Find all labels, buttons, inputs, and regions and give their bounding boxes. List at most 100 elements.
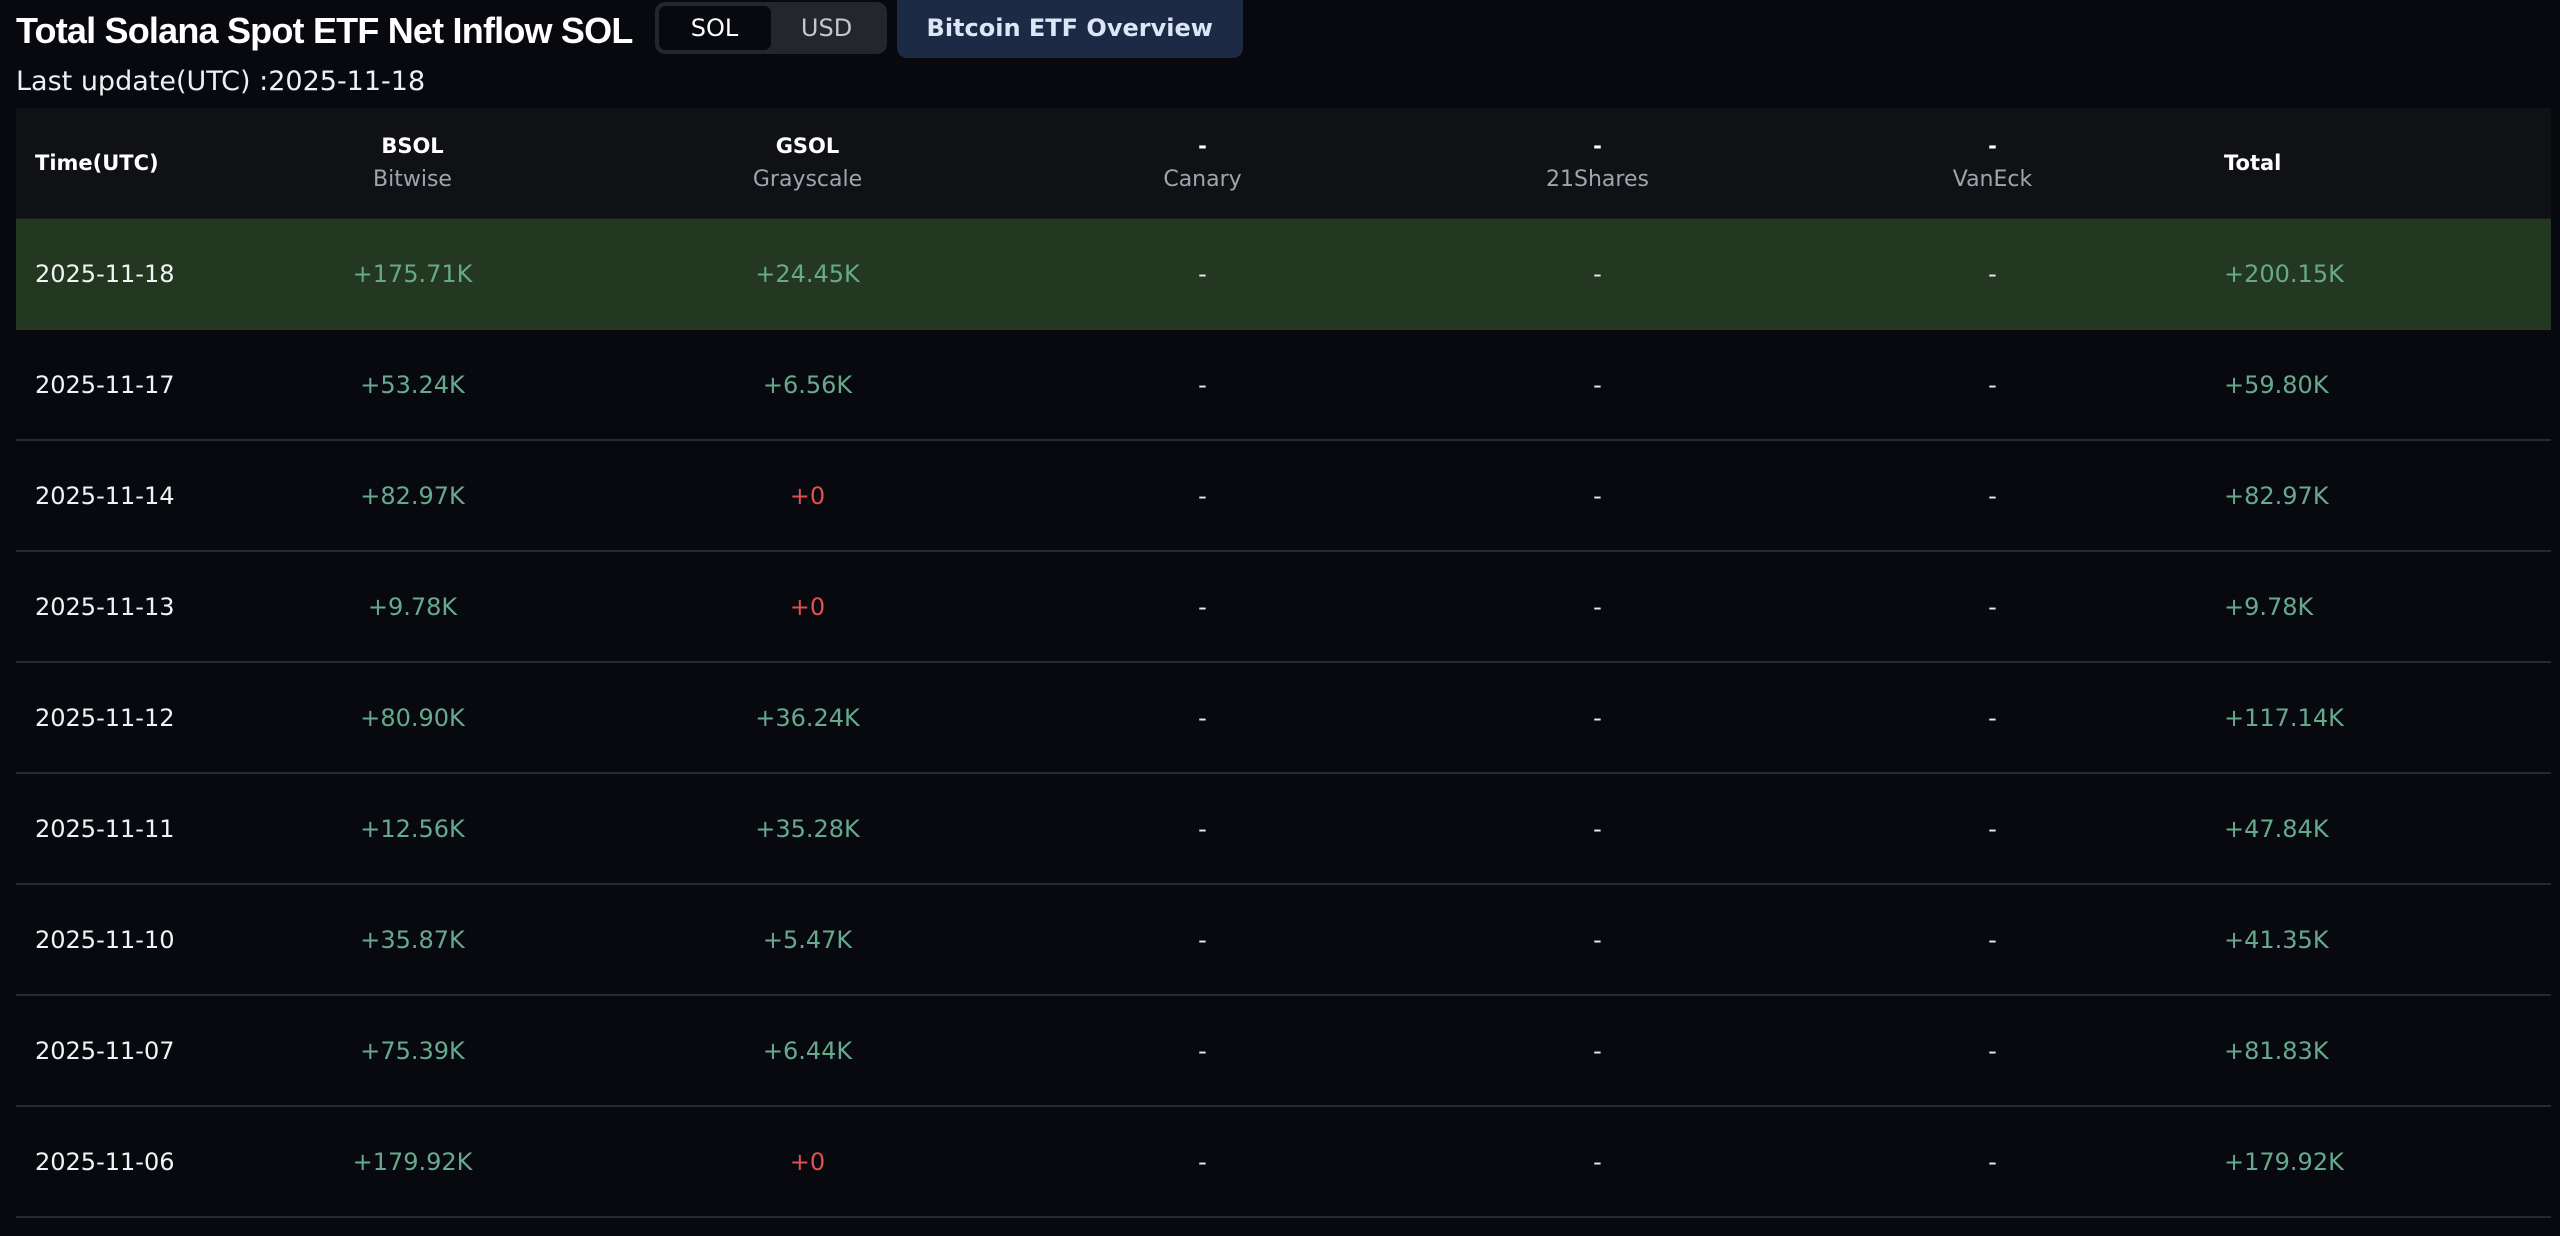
flow-value: - — [1988, 370, 1997, 399]
table-row[interactable]: 2025-11-14 +82.97K +0 - - - +82.97K — [16, 441, 2551, 552]
table-row[interactable]: 2025-11-18 +175.71K +24.45K - - - +200.15K — [16, 219, 2551, 330]
page-title: Total Solana Spot ETF Net Inflow SOL — [16, 10, 633, 51]
cell-vaneck: - — [1795, 441, 2190, 550]
flow-value: - — [1988, 1036, 1997, 1065]
cell-bsol: +53.24K — [215, 330, 610, 439]
flow-value: - — [1593, 925, 1602, 954]
toggle-sol-button[interactable]: SOL — [658, 6, 771, 50]
date-value: 2025-11-10 — [35, 925, 175, 954]
cell-date: 2025-11-07 — [16, 996, 215, 1105]
flow-value: +12.56K — [360, 814, 465, 843]
cell-date: 2025-11-10 — [16, 885, 215, 994]
etf-flow-page: Total Solana Spot ETF Net Inflow SOL SOL… — [0, 0, 2560, 1236]
toggle-usd-button[interactable]: USD — [771, 6, 883, 50]
cell-date: 2025-11-14 — [16, 441, 215, 550]
cell-date: 2025-11-13 — [16, 552, 215, 661]
flow-value: +5.47K — [762, 925, 853, 954]
bitcoin-etf-overview-button[interactable]: Bitcoin ETF Overview — [896, 0, 1243, 58]
flow-value: +75.39K — [360, 1036, 465, 1065]
flow-value: - — [1988, 925, 1997, 954]
cell-bsol: +179.92K — [215, 1107, 610, 1216]
flow-value: - — [1593, 1036, 1602, 1065]
column-header-ticker: - — [1988, 134, 1997, 158]
flow-value: +0 — [789, 481, 826, 510]
column-header-ticker: GSOL — [775, 134, 840, 158]
cell-vaneck: - — [1795, 330, 2190, 439]
date-value: 2025-11-13 — [35, 592, 175, 621]
flow-value: - — [1988, 703, 1997, 732]
flow-value: +179.92K — [2224, 1147, 2344, 1176]
flow-value: +0 — [789, 1147, 826, 1176]
flow-value: - — [1593, 259, 1602, 288]
cell-canary: - — [1005, 996, 1400, 1105]
column-header-canary[interactable]: - Canary — [1005, 108, 1400, 218]
flow-value: - — [1198, 592, 1207, 621]
cell-gsol: +36.24K — [610, 663, 1005, 772]
date-value: 2025-11-11 — [35, 814, 175, 843]
cell-canary: - — [1005, 1107, 1400, 1216]
cell-bsol: +9.78K — [215, 552, 610, 661]
cell-gsol: +0 — [610, 441, 1005, 550]
column-header-vaneck[interactable]: - VanEck — [1795, 108, 2190, 218]
column-header-total[interactable]: Total — [2190, 108, 2551, 218]
flow-value: +80.90K — [360, 703, 465, 732]
cell-total: +200.15K — [2190, 219, 2551, 328]
table-row[interactable]: 2025-11-17 +53.24K +6.56K - - - +59.80K — [16, 330, 2551, 441]
cell-gsol: +35.28K — [610, 774, 1005, 883]
flow-value: +6.56K — [762, 370, 853, 399]
flow-value: +41.35K — [2224, 925, 2329, 954]
flow-value: +59.80K — [2224, 370, 2329, 399]
cell-gsol: +5.47K — [610, 885, 1005, 994]
cell-vaneck: - — [1795, 663, 2190, 772]
flow-value: +175.71K — [352, 259, 473, 288]
flow-value: +9.78K — [2224, 592, 2314, 621]
table-row[interactable]: 2025-11-07 +75.39K +6.44K - - - +81.83K — [16, 996, 2551, 1107]
flow-value: - — [1198, 370, 1207, 399]
date-value: 2025-11-14 — [35, 481, 175, 510]
cell-vaneck: - — [1795, 1107, 2190, 1216]
flow-value: - — [1593, 481, 1602, 510]
cell-date: 2025-11-12 — [16, 663, 215, 772]
column-header-issuer: 21Shares — [1546, 167, 1649, 192]
column-header-label: Time(UTC) — [35, 151, 159, 175]
cell-total: +47.84K — [2190, 774, 2551, 883]
flow-value: - — [1988, 259, 1997, 288]
cell-total: +81.83K — [2190, 996, 2551, 1105]
cell-canary: - — [1005, 330, 1400, 439]
flow-value: - — [1593, 370, 1602, 399]
column-header-bsol[interactable]: BSOL Bitwise — [215, 108, 610, 218]
cell-21shares: - — [1400, 996, 1795, 1105]
cell-gsol: +0 — [610, 1107, 1005, 1216]
column-header-ticker: BSOL — [381, 134, 444, 158]
cell-total: +9.78K — [2190, 552, 2551, 661]
column-header-issuer: Bitwise — [373, 167, 452, 192]
cell-total: +41.35K — [2190, 885, 2551, 994]
flow-value: - — [1198, 1036, 1207, 1065]
cell-canary: - — [1005, 663, 1400, 772]
column-header-gsol[interactable]: GSOL Grayscale — [610, 108, 1005, 218]
flow-value: +117.14K — [2224, 703, 2344, 732]
flow-value: - — [1593, 814, 1602, 843]
flow-value: - — [1198, 925, 1207, 954]
column-header-ticker: - — [1198, 134, 1207, 158]
table-row[interactable]: 2025-11-11 +12.56K +35.28K - - - +47.84K — [16, 774, 2551, 885]
cell-total: +117.14K — [2190, 663, 2551, 772]
column-header-issuer: Grayscale — [752, 167, 863, 192]
flow-value: - — [1198, 814, 1207, 843]
column-header-21shares[interactable]: - 21Shares — [1400, 108, 1795, 218]
table-row[interactable]: 2025-11-06 +179.92K +0 - - - +179.92K — [16, 1107, 2551, 1218]
cell-canary: - — [1005, 885, 1400, 994]
cell-21shares: - — [1400, 441, 1795, 550]
date-value: 2025-11-17 — [35, 370, 175, 399]
cell-bsol: +82.97K — [215, 441, 610, 550]
column-header-time[interactable]: Time(UTC) — [16, 108, 215, 218]
cell-total: +82.97K — [2190, 441, 2551, 550]
cell-21shares: - — [1400, 663, 1795, 772]
table-row[interactable]: 2025-11-12 +80.90K +36.24K - - - +117.14K — [16, 663, 2551, 774]
cell-bsol: +175.71K — [215, 219, 610, 328]
cell-vaneck: - — [1795, 552, 2190, 661]
table-row[interactable]: 2025-11-10 +35.87K +5.47K - - - +41.35K — [16, 885, 2551, 996]
table-row[interactable]: 2025-11-13 +9.78K +0 - - - +9.78K — [16, 552, 2551, 663]
cell-bsol: +35.87K — [215, 885, 610, 994]
cell-gsol: +0 — [610, 552, 1005, 661]
